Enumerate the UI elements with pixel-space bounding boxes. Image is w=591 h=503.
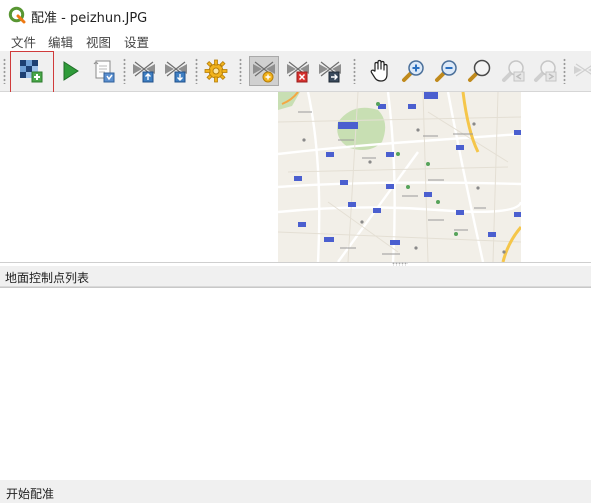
menu-edit[interactable]: 编辑 <box>48 32 73 51</box>
gcp-panel-header: 地面控制点列表 <box>0 266 591 287</box>
gcp-table[interactable] <box>0 287 591 481</box>
georeferencer-toolbar <box>0 51 591 92</box>
zoom-next-button[interactable] <box>531 56 561 86</box>
start-georeferencing-button[interactable] <box>55 56 85 86</box>
save-gcp-points-button[interactable] <box>161 56 191 86</box>
open-raster-icon <box>20 60 43 83</box>
delete-point-button[interactable] <box>283 56 313 86</box>
toolbar-separator <box>353 58 356 84</box>
menu-settings[interactable]: 设置 <box>124 32 149 51</box>
window-title: 配准 - peizhun.JPG <box>31 11 148 26</box>
delete-point-icon <box>287 61 309 83</box>
load-gcp-icon <box>133 61 155 83</box>
link-icon <box>574 63 591 77</box>
toolbar-separator <box>563 58 566 84</box>
menu-file[interactable]: 文件 <box>11 32 36 51</box>
script-icon <box>93 60 115 83</box>
raster-map-image[interactable] <box>278 92 521 262</box>
qgis-logo-icon <box>8 6 26 24</box>
add-point-icon <box>253 61 275 83</box>
zoom-to-layer-button[interactable] <box>465 56 495 86</box>
zoom-last-icon <box>502 60 525 82</box>
play-icon <box>63 61 79 81</box>
menu-bar: 文件 编辑 视图 设置 <box>0 30 591 51</box>
zoom-next-icon <box>534 60 557 82</box>
generate-gdal-script-button[interactable] <box>89 56 119 86</box>
move-point-icon <box>319 61 341 83</box>
pan-button[interactable] <box>365 56 395 86</box>
title-bar: 配准 - peizhun.JPG <box>0 0 591 30</box>
zoom-out-button[interactable] <box>432 56 462 86</box>
toolbar-separator <box>195 58 198 84</box>
transformation-settings-button[interactable] <box>201 56 231 86</box>
status-text: 开始配准 <box>6 487 55 501</box>
toolbar-grip <box>3 58 6 84</box>
toolbar-separator <box>239 58 242 84</box>
gear-icon <box>204 59 228 83</box>
add-point-button[interactable] <box>249 56 279 86</box>
gcp-panel-title: 地面控制点列表 <box>5 271 90 285</box>
zoom-out-icon <box>435 60 457 82</box>
pan-hand-icon <box>370 59 388 82</box>
menu-view[interactable]: 视图 <box>86 32 111 51</box>
zoom-in-icon <box>402 60 424 82</box>
load-gcp-points-button[interactable] <box>129 56 159 86</box>
toolbar-separator <box>123 58 126 84</box>
zoom-last-button[interactable] <box>499 56 529 86</box>
zoom-to-layer-icon <box>468 59 491 82</box>
open-raster-button[interactable] <box>16 56 46 86</box>
link-georeferencer-button[interactable] <box>570 56 591 86</box>
zoom-in-button[interactable] <box>399 56 429 86</box>
save-gcp-icon <box>165 61 187 83</box>
move-gcp-point-button[interactable] <box>315 56 345 86</box>
map-picture <box>278 92 521 262</box>
status-bar: 开始配准 <box>0 480 591 503</box>
